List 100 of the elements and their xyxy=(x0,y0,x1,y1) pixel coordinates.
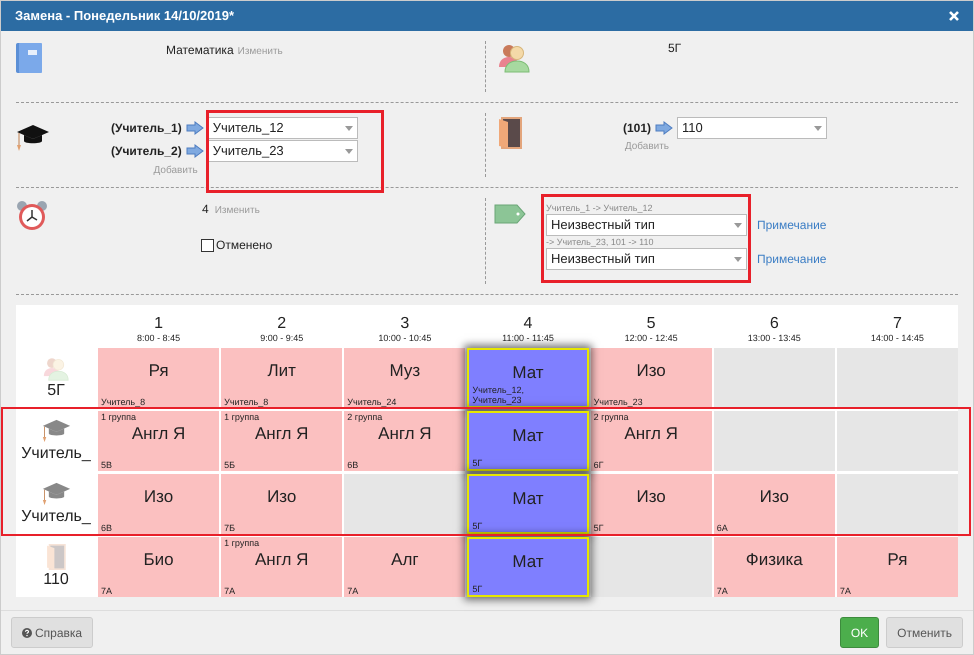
change-caption: Учитель_1 -> Учитель_12 xyxy=(546,202,654,214)
lesson-cell[interactable]: Ря 7А xyxy=(836,537,958,597)
period-time: 14:00 - 14:45 xyxy=(870,333,924,344)
group-label: 1 группа xyxy=(101,411,136,423)
close-icon[interactable] xyxy=(949,11,959,21)
class-text: 5Г xyxy=(668,40,682,57)
subject-label: Ря xyxy=(887,549,908,571)
cell-note: 5Г xyxy=(472,584,484,595)
row-icon xyxy=(42,481,70,507)
lesson-cell[interactable]: Лит Учитель_8 xyxy=(221,348,342,408)
caret-icon xyxy=(814,126,822,130)
lesson-cell[interactable]: Мат Учитель_12, Учитель_23 xyxy=(467,348,589,408)
group-label: 1 группа xyxy=(224,411,260,423)
subject-text: Математика xyxy=(166,42,234,59)
lesson-cell[interactable]: Изо 6В xyxy=(98,474,220,534)
dropdown[interactable]: 110 xyxy=(677,117,828,139)
door-icon xyxy=(498,117,522,149)
lesson-cell[interactable]: 1 группа Англ Я 5В xyxy=(98,411,220,471)
period-number: 3 xyxy=(400,315,410,333)
period-time: 13:00 - 13:45 xyxy=(748,333,801,344)
lesson-cell[interactable]: Физика 7А xyxy=(714,537,835,597)
lesson-number: 4 xyxy=(202,201,209,218)
cell-note: Учитель_24 xyxy=(347,397,398,408)
subject-label: Изо xyxy=(760,486,789,508)
subject-label: Физика xyxy=(746,549,803,571)
row-label: 110 xyxy=(43,570,69,590)
help-button[interactable]: Справка xyxy=(11,617,94,648)
lesson-cell[interactable]: Муз Учитель_24 xyxy=(344,348,466,408)
lesson-cell[interactable]: Мат 5Г xyxy=(467,474,589,534)
caret-icon xyxy=(734,222,742,228)
period-time: 9:00 - 9:45 xyxy=(260,333,304,344)
old-room-label: (101) xyxy=(623,120,652,137)
lesson-cell[interactable]: Изо Учитель_23 xyxy=(590,348,712,408)
tag-icon xyxy=(494,204,526,224)
dropdown[interactable]: Неизвестный тип xyxy=(546,214,747,236)
old-teacher-label: (Учитель_1) xyxy=(111,120,182,137)
subject-label: Изо xyxy=(636,486,666,508)
cell-note: 5В xyxy=(101,460,114,471)
caret-icon xyxy=(344,148,353,154)
period-time: 10:00 - 10:45 xyxy=(378,333,432,344)
lesson-cell[interactable]: Био 7А xyxy=(98,537,220,597)
lesson-cell[interactable]: Изо 6А xyxy=(714,474,835,534)
row-label: Учитель_ xyxy=(21,444,91,464)
arrow-icon xyxy=(186,144,204,158)
period-time: 12:00 - 12:45 xyxy=(624,333,678,344)
group-label: 1 группа xyxy=(224,537,260,549)
lesson-cell[interactable]: Изо 5Г xyxy=(590,474,712,534)
subject-label: Англ Я xyxy=(624,423,678,445)
lesson-cell[interactable]: 2 группа Англ Я 6Г xyxy=(590,411,712,471)
period-number: 7 xyxy=(892,315,902,333)
question-icon xyxy=(22,628,32,638)
cell-note: 6А xyxy=(716,523,729,534)
old-teacher-label: (Учитель_2) xyxy=(111,143,182,160)
subject-label: Англ Я xyxy=(254,549,308,571)
group-label: 2 группа xyxy=(347,411,382,423)
note-link[interactable]: Примечание xyxy=(757,216,826,234)
change-caption: -> Учитель_23, 101 -> 110 xyxy=(546,236,654,248)
row-icon xyxy=(46,544,66,570)
cancel-button[interactable]: Отменить xyxy=(886,617,963,648)
cancelled-checkbox[interactable] xyxy=(201,238,214,252)
cell-note: 7Б xyxy=(224,523,236,534)
window-title: Замена - Понедельник 14/10/2019* xyxy=(15,7,234,26)
dropdown[interactable]: Неизвестный тип xyxy=(546,248,747,270)
subject-label: Мат xyxy=(512,488,544,510)
cell-note: 5Г xyxy=(472,521,484,532)
row-label: 5Г xyxy=(47,381,65,401)
subject-label: Мат xyxy=(512,425,544,447)
row-icon xyxy=(42,418,70,444)
subject-label: Мат xyxy=(512,362,544,384)
cell-note: 7А xyxy=(840,586,852,597)
lesson-cell[interactable]: 2 группа Англ Я 6В xyxy=(344,411,466,471)
subject-label: Англ Я xyxy=(378,423,432,445)
lesson-cell[interactable]: 1 группа Англ Я 5Б xyxy=(221,411,342,471)
cell-note: 5Г xyxy=(472,458,484,469)
cell-note: 7А xyxy=(101,586,114,597)
row-label: Учитель_ xyxy=(21,507,91,527)
graduation-cap-icon xyxy=(16,123,50,153)
cell-note: 7А xyxy=(224,586,236,597)
lesson-cell[interactable]: Мат 5Г xyxy=(467,411,589,471)
group-label: 2 группа xyxy=(594,411,629,423)
arrow-icon xyxy=(186,121,204,135)
alarm-clock-icon xyxy=(16,200,48,232)
caret-icon xyxy=(734,256,742,262)
lesson-cell[interactable]: Мат 5Г xyxy=(467,537,589,597)
lesson-cell[interactable]: Изо 7Б xyxy=(221,474,342,534)
dropdown[interactable]: Учитель_23 xyxy=(208,140,358,162)
caret-icon xyxy=(344,126,353,130)
lesson-cell[interactable]: Ря Учитель_8 xyxy=(98,348,220,408)
cell-note: Учитель_8 xyxy=(224,397,270,408)
lesson-cell[interactable]: 1 группа Англ Я 7А xyxy=(221,537,342,597)
period-number: 4 xyxy=(524,315,532,333)
period-number: 2 xyxy=(277,315,286,333)
book-icon xyxy=(16,43,42,73)
dropdown[interactable]: Учитель_12 xyxy=(208,117,358,139)
cell-note: 7А xyxy=(347,586,360,597)
lesson-cell[interactable]: Алг 7А xyxy=(344,537,466,597)
subject-label: Био xyxy=(144,549,174,571)
checkbox-label: Отменено xyxy=(216,237,272,254)
period-number: 5 xyxy=(646,315,656,333)
note-link[interactable]: Примечание xyxy=(757,250,826,268)
